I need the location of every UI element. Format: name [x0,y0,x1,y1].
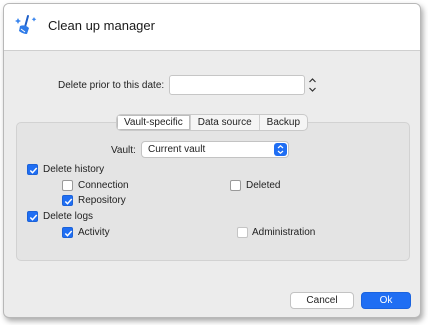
broom-sparkle-icon [15,13,39,37]
cancel-button[interactable]: Cancel [290,292,354,309]
repository-label: Repository [78,195,126,206]
window-title: Clean up manager [48,18,155,33]
delete-history-label: Delete history [43,164,105,175]
administration-label: Administration [252,227,316,238]
ok-button[interactable]: Ok [361,292,411,309]
tab-vault-specific[interactable]: Vault-specific [117,115,190,130]
date-stepper[interactable] [307,75,318,95]
connection-label: Connection [78,180,129,191]
tab-backup[interactable]: Backup [258,115,307,130]
delete-date-label: Delete prior to this date: [58,80,165,91]
delete-logs-checkbox[interactable] [27,211,38,222]
administration-checkbox[interactable] [237,227,248,238]
cleanup-dialog: Clean up manager Delete prior to this da… [3,3,421,318]
title-bar: Clean up manager [4,4,420,51]
delete-logs-label: Delete logs [43,211,94,222]
repository-checkbox[interactable] [62,195,73,206]
vault-label: Vault: [111,145,136,156]
updown-chevron-icon [274,143,287,156]
activity-label: Activity [78,227,110,238]
connection-checkbox[interactable] [62,180,73,191]
tab-data-source[interactable]: Data source [189,115,259,130]
delete-date-input[interactable] [169,75,305,95]
vault-select-value: Current vault [148,144,206,155]
segmented-tabs: Vault-specific Data source Backup [116,114,309,131]
vault-select[interactable]: Current vault [141,141,289,158]
activity-checkbox[interactable] [62,227,73,238]
delete-history-checkbox[interactable] [27,164,38,175]
deleted-label: Deleted [246,180,281,191]
deleted-checkbox[interactable] [230,180,241,191]
